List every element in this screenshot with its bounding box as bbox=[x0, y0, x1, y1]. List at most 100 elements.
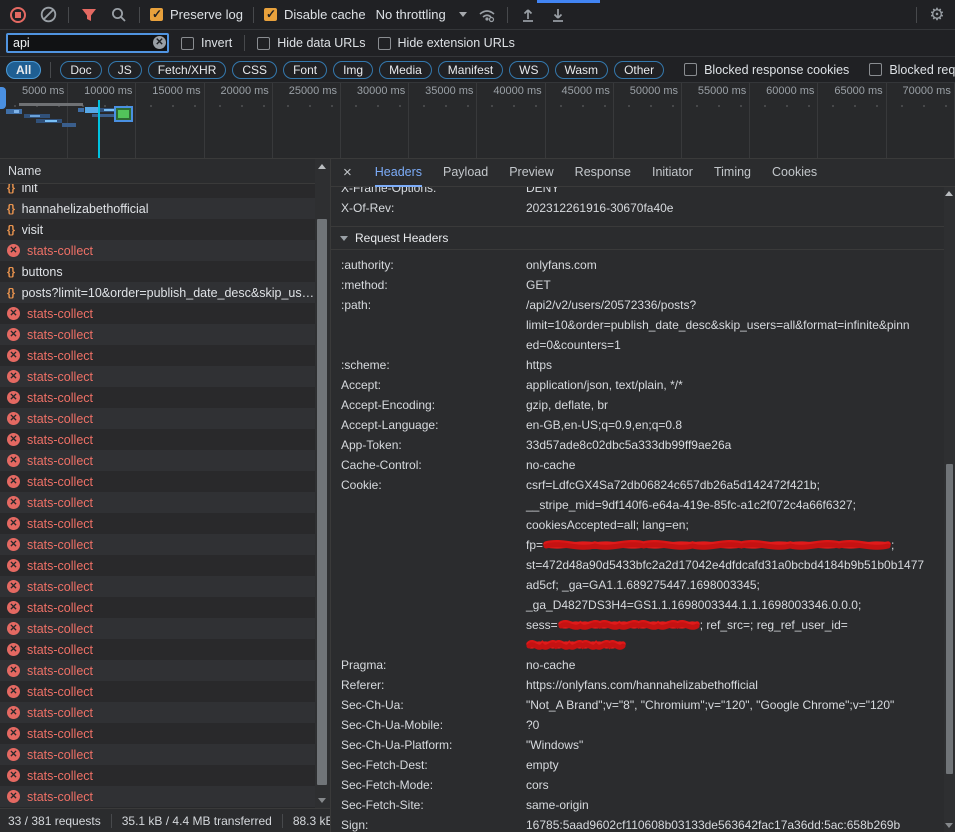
tab-response[interactable]: Response bbox=[575, 159, 631, 187]
hide-extension-urls-checkbox[interactable]: Hide extension URLs bbox=[378, 36, 515, 50]
close-icon[interactable]: × bbox=[341, 164, 354, 181]
request-row[interactable]: ✕stats-collect bbox=[0, 492, 315, 513]
invert-checkbox[interactable]: Invert bbox=[181, 36, 232, 50]
scroll-up-icon[interactable] bbox=[318, 164, 326, 169]
timeline-column: 30000 ms bbox=[341, 83, 409, 158]
type-filter-pill-all[interactable]: All bbox=[6, 61, 41, 79]
request-row[interactable]: ✕stats-collect bbox=[0, 240, 315, 261]
type-filter-pill-js[interactable]: JS bbox=[108, 61, 142, 79]
checkbox-icon[interactable] bbox=[684, 63, 697, 76]
tab-payload[interactable]: Payload bbox=[443, 159, 488, 187]
request-row[interactable]: {}posts?limit=10&order=publish_date_desc… bbox=[0, 282, 315, 303]
type-filter-pill-wasm[interactable]: Wasm bbox=[555, 61, 609, 79]
name-column-header[interactable]: Name bbox=[0, 159, 330, 184]
request-row[interactable]: ✕stats-collect bbox=[0, 345, 315, 366]
blocked-response-cookies-checkbox[interactable]: Blocked response cookies bbox=[684, 63, 849, 77]
request-row[interactable]: {}visit bbox=[0, 219, 315, 240]
requests-scrollbar[interactable] bbox=[315, 159, 330, 808]
clear-filter-icon[interactable]: ✕ bbox=[153, 36, 166, 49]
error-icon: ✕ bbox=[7, 370, 20, 383]
overview-drag-handle[interactable] bbox=[0, 87, 6, 109]
type-filter-pill-fetch-xhr[interactable]: Fetch/XHR bbox=[148, 61, 227, 79]
request-row[interactable]: ✕stats-collect bbox=[0, 429, 315, 450]
scrollbar-thumb[interactable] bbox=[946, 464, 953, 774]
request-name: stats-collect bbox=[27, 601, 93, 615]
filter-icon[interactable] bbox=[79, 5, 99, 25]
request-row[interactable]: ✕stats-collect bbox=[0, 597, 315, 618]
type-filter-pill-doc[interactable]: Doc bbox=[60, 61, 101, 79]
timeline-tick-label: 15000 ms bbox=[152, 85, 200, 97]
type-filter-pill-img[interactable]: Img bbox=[333, 61, 373, 79]
header-name: Sec-Fetch-Mode: bbox=[341, 775, 526, 795]
request-row[interactable]: ✕stats-collect bbox=[0, 366, 315, 387]
tab-initiator[interactable]: Initiator bbox=[652, 159, 693, 187]
divider bbox=[50, 62, 51, 78]
request-row[interactable]: ✕stats-collect bbox=[0, 639, 315, 660]
request-name: stats-collect bbox=[27, 559, 93, 573]
header-row: X-Of-Rev:202312261916-30670fa40e bbox=[331, 198, 955, 218]
request-row[interactable]: ✕stats-collect bbox=[0, 408, 315, 429]
request-name: stats-collect bbox=[27, 538, 93, 552]
scroll-down-icon[interactable] bbox=[318, 798, 326, 803]
preserve-log-checkbox[interactable]: Preserve log bbox=[150, 7, 243, 22]
type-filter-pill-manifest[interactable]: Manifest bbox=[438, 61, 503, 79]
request-row[interactable]: ✕stats-collect bbox=[0, 513, 315, 534]
throttling-dropdown[interactable]: No throttling bbox=[376, 7, 467, 22]
request-row[interactable]: ✕stats-collect bbox=[0, 765, 315, 786]
request-row[interactable]: ✕stats-collect bbox=[0, 723, 315, 744]
network-conditions-icon[interactable] bbox=[477, 5, 497, 25]
request-row[interactable]: ✕stats-collect bbox=[0, 303, 315, 324]
settings-gear-icon[interactable]: ⚙ bbox=[927, 5, 947, 25]
request-row[interactable]: ✕stats-collect bbox=[0, 324, 315, 345]
checkbox-icon[interactable] bbox=[869, 63, 882, 76]
request-row[interactable]: ✕stats-collect bbox=[0, 555, 315, 576]
scroll-down-icon[interactable] bbox=[945, 823, 953, 828]
request-row[interactable]: ✕stats-collect bbox=[0, 534, 315, 555]
checkbox-checked-icon[interactable] bbox=[150, 8, 163, 21]
request-row[interactable]: ✕stats-collect bbox=[0, 660, 315, 681]
request-row[interactable]: ✕stats-collect bbox=[0, 744, 315, 765]
type-filter-pill-font[interactable]: Font bbox=[283, 61, 327, 79]
filter-input[interactable] bbox=[6, 33, 169, 53]
scroll-up-icon[interactable] bbox=[945, 191, 953, 196]
tab-timing[interactable]: Timing bbox=[714, 159, 751, 187]
request-row[interactable]: ✕stats-collect bbox=[0, 702, 315, 723]
request-row[interactable]: ✕stats-collect bbox=[0, 681, 315, 702]
import-har-icon[interactable] bbox=[518, 5, 538, 25]
tab-cookies[interactable]: Cookies bbox=[772, 159, 817, 187]
timeline-tick-label: 50000 ms bbox=[630, 85, 678, 97]
search-icon[interactable] bbox=[109, 5, 129, 25]
request-row[interactable]: ✕stats-collect bbox=[0, 471, 315, 492]
type-filter-pill-css[interactable]: CSS bbox=[232, 61, 277, 79]
timeline-dot bbox=[355, 105, 357, 107]
details-scrollbar[interactable] bbox=[944, 187, 955, 832]
request-row[interactable]: ✕stats-collect bbox=[0, 786, 315, 807]
hide-data-urls-checkbox[interactable]: Hide data URLs bbox=[257, 36, 365, 50]
request-row[interactable]: ✕stats-collect bbox=[0, 387, 315, 408]
request-row[interactable]: ✕stats-collect bbox=[0, 450, 315, 471]
tab-preview[interactable]: Preview bbox=[509, 159, 553, 187]
network-overview-timeline[interactable]: 5000 ms10000 ms15000 ms20000 ms25000 ms3… bbox=[0, 83, 955, 159]
tab-headers[interactable]: Headers bbox=[375, 159, 422, 187]
request-row[interactable]: {}init bbox=[0, 184, 315, 198]
request-row[interactable]: {}hannahelizabethofficial bbox=[0, 198, 315, 219]
disable-cache-checkbox[interactable]: Disable cache bbox=[264, 7, 366, 22]
checkbox-icon[interactable] bbox=[378, 37, 391, 50]
clear-block-icon[interactable] bbox=[38, 5, 58, 25]
scrollbar-thumb[interactable] bbox=[317, 219, 327, 785]
checkbox-icon[interactable] bbox=[181, 37, 194, 50]
checkbox-checked-icon[interactable] bbox=[264, 8, 277, 21]
network-tab-indicator bbox=[537, 0, 600, 3]
blocked-requests-checkbox[interactable]: Blocked requests bbox=[869, 63, 955, 77]
request-row[interactable]: {}buttons bbox=[0, 261, 315, 282]
export-har-icon[interactable] bbox=[548, 5, 568, 25]
error-icon: ✕ bbox=[7, 454, 20, 467]
type-filter-pill-media[interactable]: Media bbox=[379, 61, 432, 79]
record-icon[interactable] bbox=[8, 5, 28, 25]
request-row[interactable]: ✕stats-collect bbox=[0, 618, 315, 639]
type-filter-pill-other[interactable]: Other bbox=[614, 61, 664, 79]
type-filter-pill-ws[interactable]: WS bbox=[509, 61, 548, 79]
request-headers-section[interactable]: Request Headers bbox=[331, 226, 955, 250]
checkbox-icon[interactable] bbox=[257, 37, 270, 50]
request-row[interactable]: ✕stats-collect bbox=[0, 576, 315, 597]
